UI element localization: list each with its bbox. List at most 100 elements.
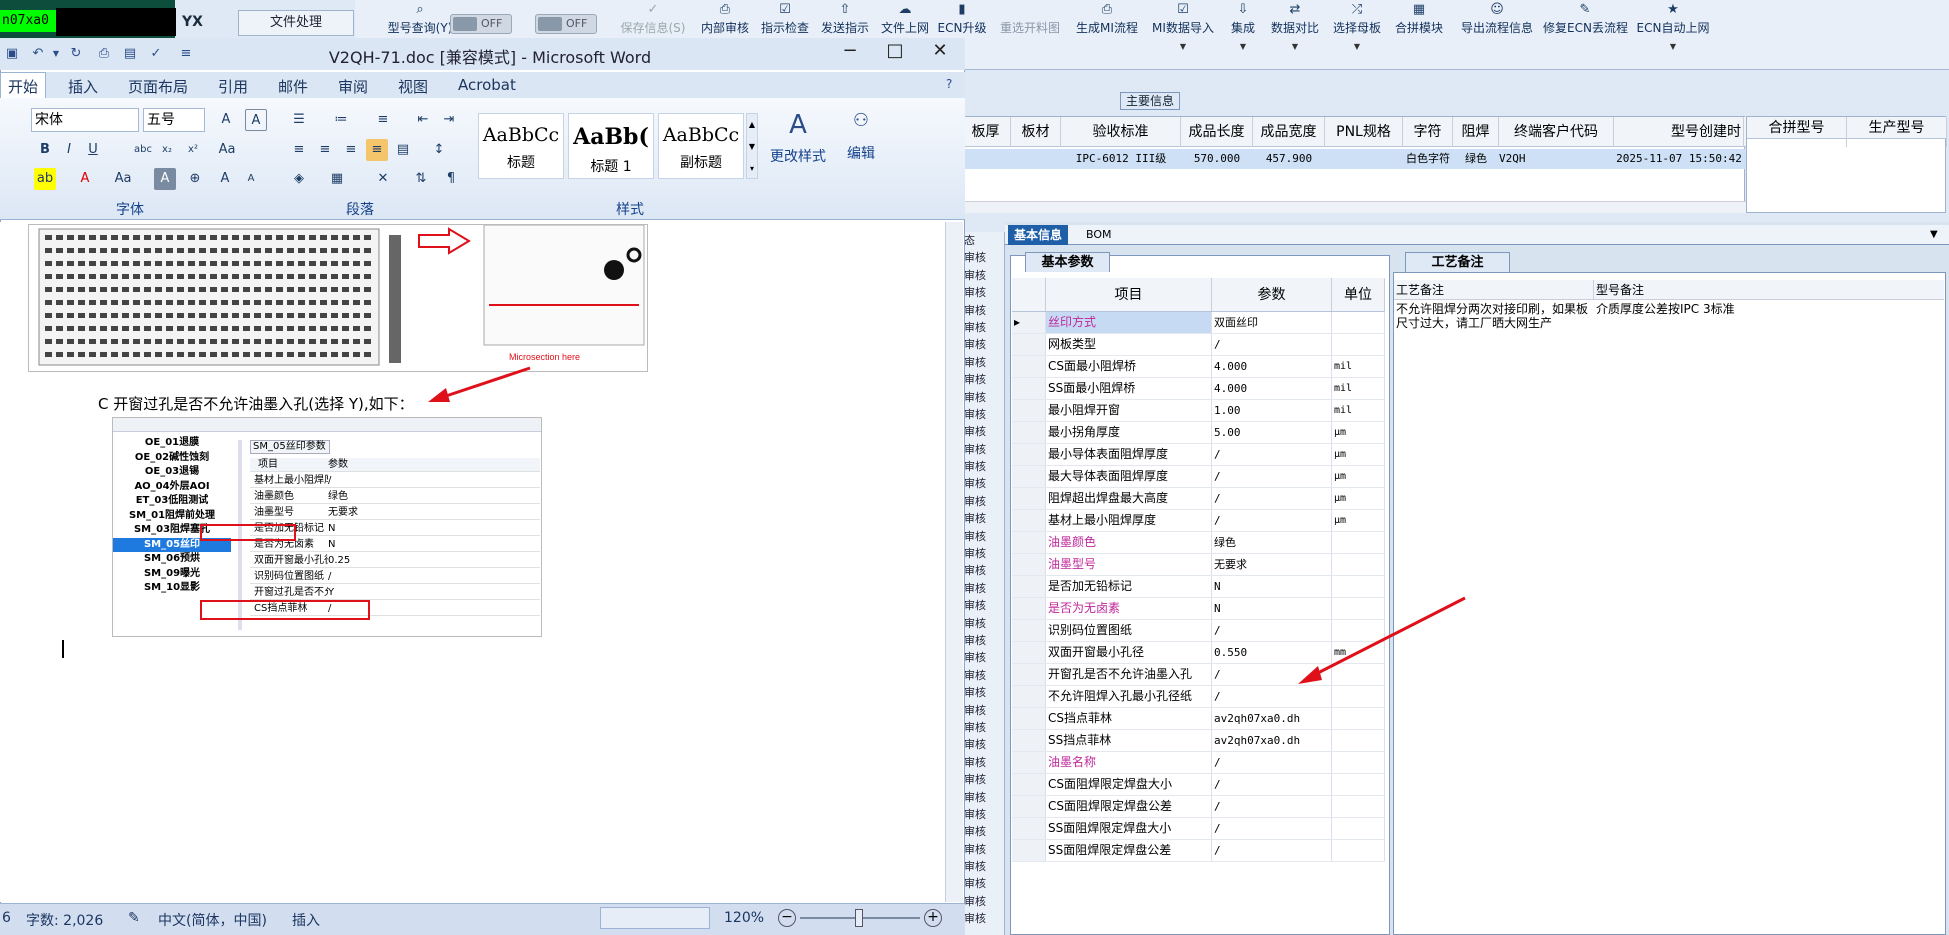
customize-icon[interactable]: ≡ [178, 46, 194, 62]
table-row[interactable]: SS挡点菲林 av2qh07xa0.dh [1012, 730, 1385, 752]
tab-basic-info[interactable]: 基本信息 [1008, 225, 1069, 245]
print-icon[interactable]: ⎙ [96, 46, 112, 62]
side-list-item[interactable]: 审核 [960, 267, 1004, 284]
tab-view[interactable]: 视图 [398, 76, 428, 97]
table-row[interactable]: 油墨名称 / [1012, 752, 1385, 774]
col-header[interactable]: 项目 [1046, 278, 1212, 311]
table-row[interactable]: SS面阻焊限定焊盘公差 / [1012, 840, 1385, 862]
status-mode[interactable]: 插入 [292, 910, 320, 930]
style-subtitle[interactable]: AaBbCc 副标题 [658, 113, 744, 179]
align-center-icon[interactable]: ≡ [314, 139, 336, 161]
side-list-item[interactable]: 审核 [960, 806, 1004, 823]
toolbar-mi-import[interactable]: ☑ MI数据导入 ▼ [1149, 0, 1217, 70]
col-header[interactable]: 合拼型号 [1747, 117, 1847, 147]
grow-font-icon[interactable]: A [214, 168, 236, 190]
col-header[interactable]: 参数 [1212, 278, 1332, 311]
toolbar-fix-ecn[interactable]: ✎ 修复ECN丢流程 [1543, 0, 1628, 70]
align-left-icon[interactable]: ≡ [288, 139, 310, 161]
col-header[interactable]: 板厚 [961, 117, 1011, 147]
tab-basic-params[interactable]: 基本参数 [1025, 252, 1110, 272]
open-icon[interactable]: ▤ [122, 46, 138, 62]
side-list-item[interactable]: 审核 [960, 493, 1004, 510]
table-row[interactable]: 油墨颜色 绿色 [1012, 532, 1385, 554]
toolbar-ecn-auto-online[interactable]: ★ ECN自动上网 ▼ [1633, 0, 1713, 70]
col-header[interactable]: 阻焊 [1453, 117, 1499, 147]
param-value[interactable]: / [1212, 510, 1332, 531]
side-list-item[interactable]: 审核 [960, 545, 1004, 562]
undo-icon[interactable]: ↶ [30, 46, 46, 62]
char-border-icon[interactable]: A [245, 109, 267, 131]
shading-icon[interactable]: ◈ [288, 168, 310, 190]
change-case-icon[interactable]: Aa [216, 139, 238, 161]
col-header[interactable]: 单位 [1332, 278, 1385, 311]
param-value[interactable]: 绿色 [1212, 532, 1332, 553]
save-icon[interactable]: ▣ [4, 46, 20, 62]
tab-home[interactable]: 开始 [8, 76, 38, 97]
table-row[interactable]: 最小阻焊开窗 1.00 mil [1012, 400, 1385, 422]
side-list-item[interactable]: 审核 [960, 858, 1004, 875]
tab-acrobat[interactable]: Acrobat [458, 76, 516, 94]
distribute-icon[interactable]: ▤ [392, 139, 414, 161]
param-value[interactable]: / [1212, 752, 1332, 773]
superscript-icon[interactable]: x² [182, 139, 204, 161]
toolbar-reselect-cutting[interactable]: 重选开料图 [995, 0, 1065, 70]
status-words[interactable]: 字数: 2,026 [26, 910, 103, 930]
side-list-item[interactable]: 审核 [960, 736, 1004, 753]
table-row[interactable]: SS面最小阻焊桥 4.000 mil [1012, 378, 1385, 400]
side-list-item[interactable]: 审核 [960, 910, 1004, 927]
table-row[interactable]: 最小拐角厚度 5.00 μm [1012, 422, 1385, 444]
param-value[interactable]: / [1212, 444, 1332, 465]
styles-scroll[interactable]: ▲ ▼ ▾ [746, 113, 758, 179]
side-list-item[interactable]: 审核 [960, 406, 1004, 423]
param-value[interactable]: / [1212, 334, 1332, 355]
chinese-layout-icon[interactable]: ✕ [372, 168, 394, 190]
sort-icon[interactable]: ⇅ [410, 168, 432, 190]
view-buttons[interactable] [600, 907, 710, 929]
param-value[interactable]: 4.000 [1212, 378, 1332, 399]
bullets-icon[interactable]: ☰ [288, 109, 310, 131]
decrease-indent-icon[interactable]: ⇤ [412, 109, 434, 131]
chevron-down-icon[interactable]: ▼ [48, 46, 64, 62]
toolbar-integrate[interactable]: ⇩ 集成 ▼ [1223, 0, 1263, 70]
side-list-item[interactable]: 审核 [960, 302, 1004, 319]
maximize-icon[interactable]: □ [875, 40, 915, 64]
show-marks-icon[interactable]: ¶ [440, 168, 462, 190]
side-list-item[interactable]: 审核 [960, 841, 1004, 858]
param-value[interactable]: / [1212, 818, 1332, 839]
side-list-item[interactable]: 审核 [960, 580, 1004, 597]
side-list-item[interactable]: 审核 [960, 423, 1004, 440]
multilevel-icon[interactable]: ≡ [372, 109, 394, 131]
redo-icon[interactable]: ↻ [68, 46, 84, 62]
col-header[interactable]: 板材 [1011, 117, 1061, 147]
side-list-item[interactable]: 审核 [960, 632, 1004, 649]
horizontal-scrollbar[interactable] [961, 201, 1746, 213]
style-heading1[interactable]: AaBb(标题 1 [568, 113, 654, 179]
craft-notes-text[interactable]: 不允许阻焊分两次对接印刷，如果板尺寸过大，请工厂晒大网生产 [1396, 302, 1592, 330]
zoom-out-icon[interactable]: − [778, 909, 796, 927]
side-list-item[interactable]: 审核 [960, 649, 1004, 666]
model-notes-text[interactable]: 介质厚度公差按IPC 3标准 [1596, 302, 1936, 316]
toolbar-generate-mi-flow[interactable]: ⎙ 生成MI流程 [1073, 0, 1141, 70]
side-list-item[interactable]: 审核 [960, 823, 1004, 840]
side-list-item[interactable]: 审核 [960, 875, 1004, 892]
numbering-icon[interactable]: ≔ [330, 109, 352, 131]
param-value[interactable]: / [1212, 774, 1332, 795]
tab-craft-notes[interactable]: 工艺备注 [1405, 252, 1510, 272]
tab-review[interactable]: 审阅 [338, 76, 368, 97]
col-header[interactable]: 字符 [1403, 117, 1453, 147]
user-code-field[interactable]: n07xa0 [0, 10, 56, 32]
side-list-item[interactable]: 审核 [960, 475, 1004, 492]
param-value[interactable]: 5.00 [1212, 422, 1332, 443]
subscript-icon[interactable]: x₂ [156, 139, 178, 161]
style-title[interactable]: AaBbCc 标题 [478, 113, 564, 179]
chevron-down-icon[interactable]: ▼ [1930, 229, 1938, 240]
tab-mailings[interactable]: 邮件 [278, 76, 308, 97]
highlight-icon[interactable]: ab [34, 168, 56, 190]
tab-page-layout[interactable]: 页面布局 [128, 76, 188, 97]
bold-icon[interactable]: B [34, 139, 56, 161]
file-menu-button[interactable]: 文件处理 [238, 10, 354, 36]
table-row[interactable]: IPC-6012 III级 570.000 457.900 白色字符 绿色 V2… [961, 149, 1746, 169]
side-list-item[interactable]: 审核 [960, 615, 1004, 632]
clear-format-icon[interactable]: A [215, 109, 237, 131]
table-row[interactable]: CS面最小阻焊桥 4.000 mil [1012, 356, 1385, 378]
